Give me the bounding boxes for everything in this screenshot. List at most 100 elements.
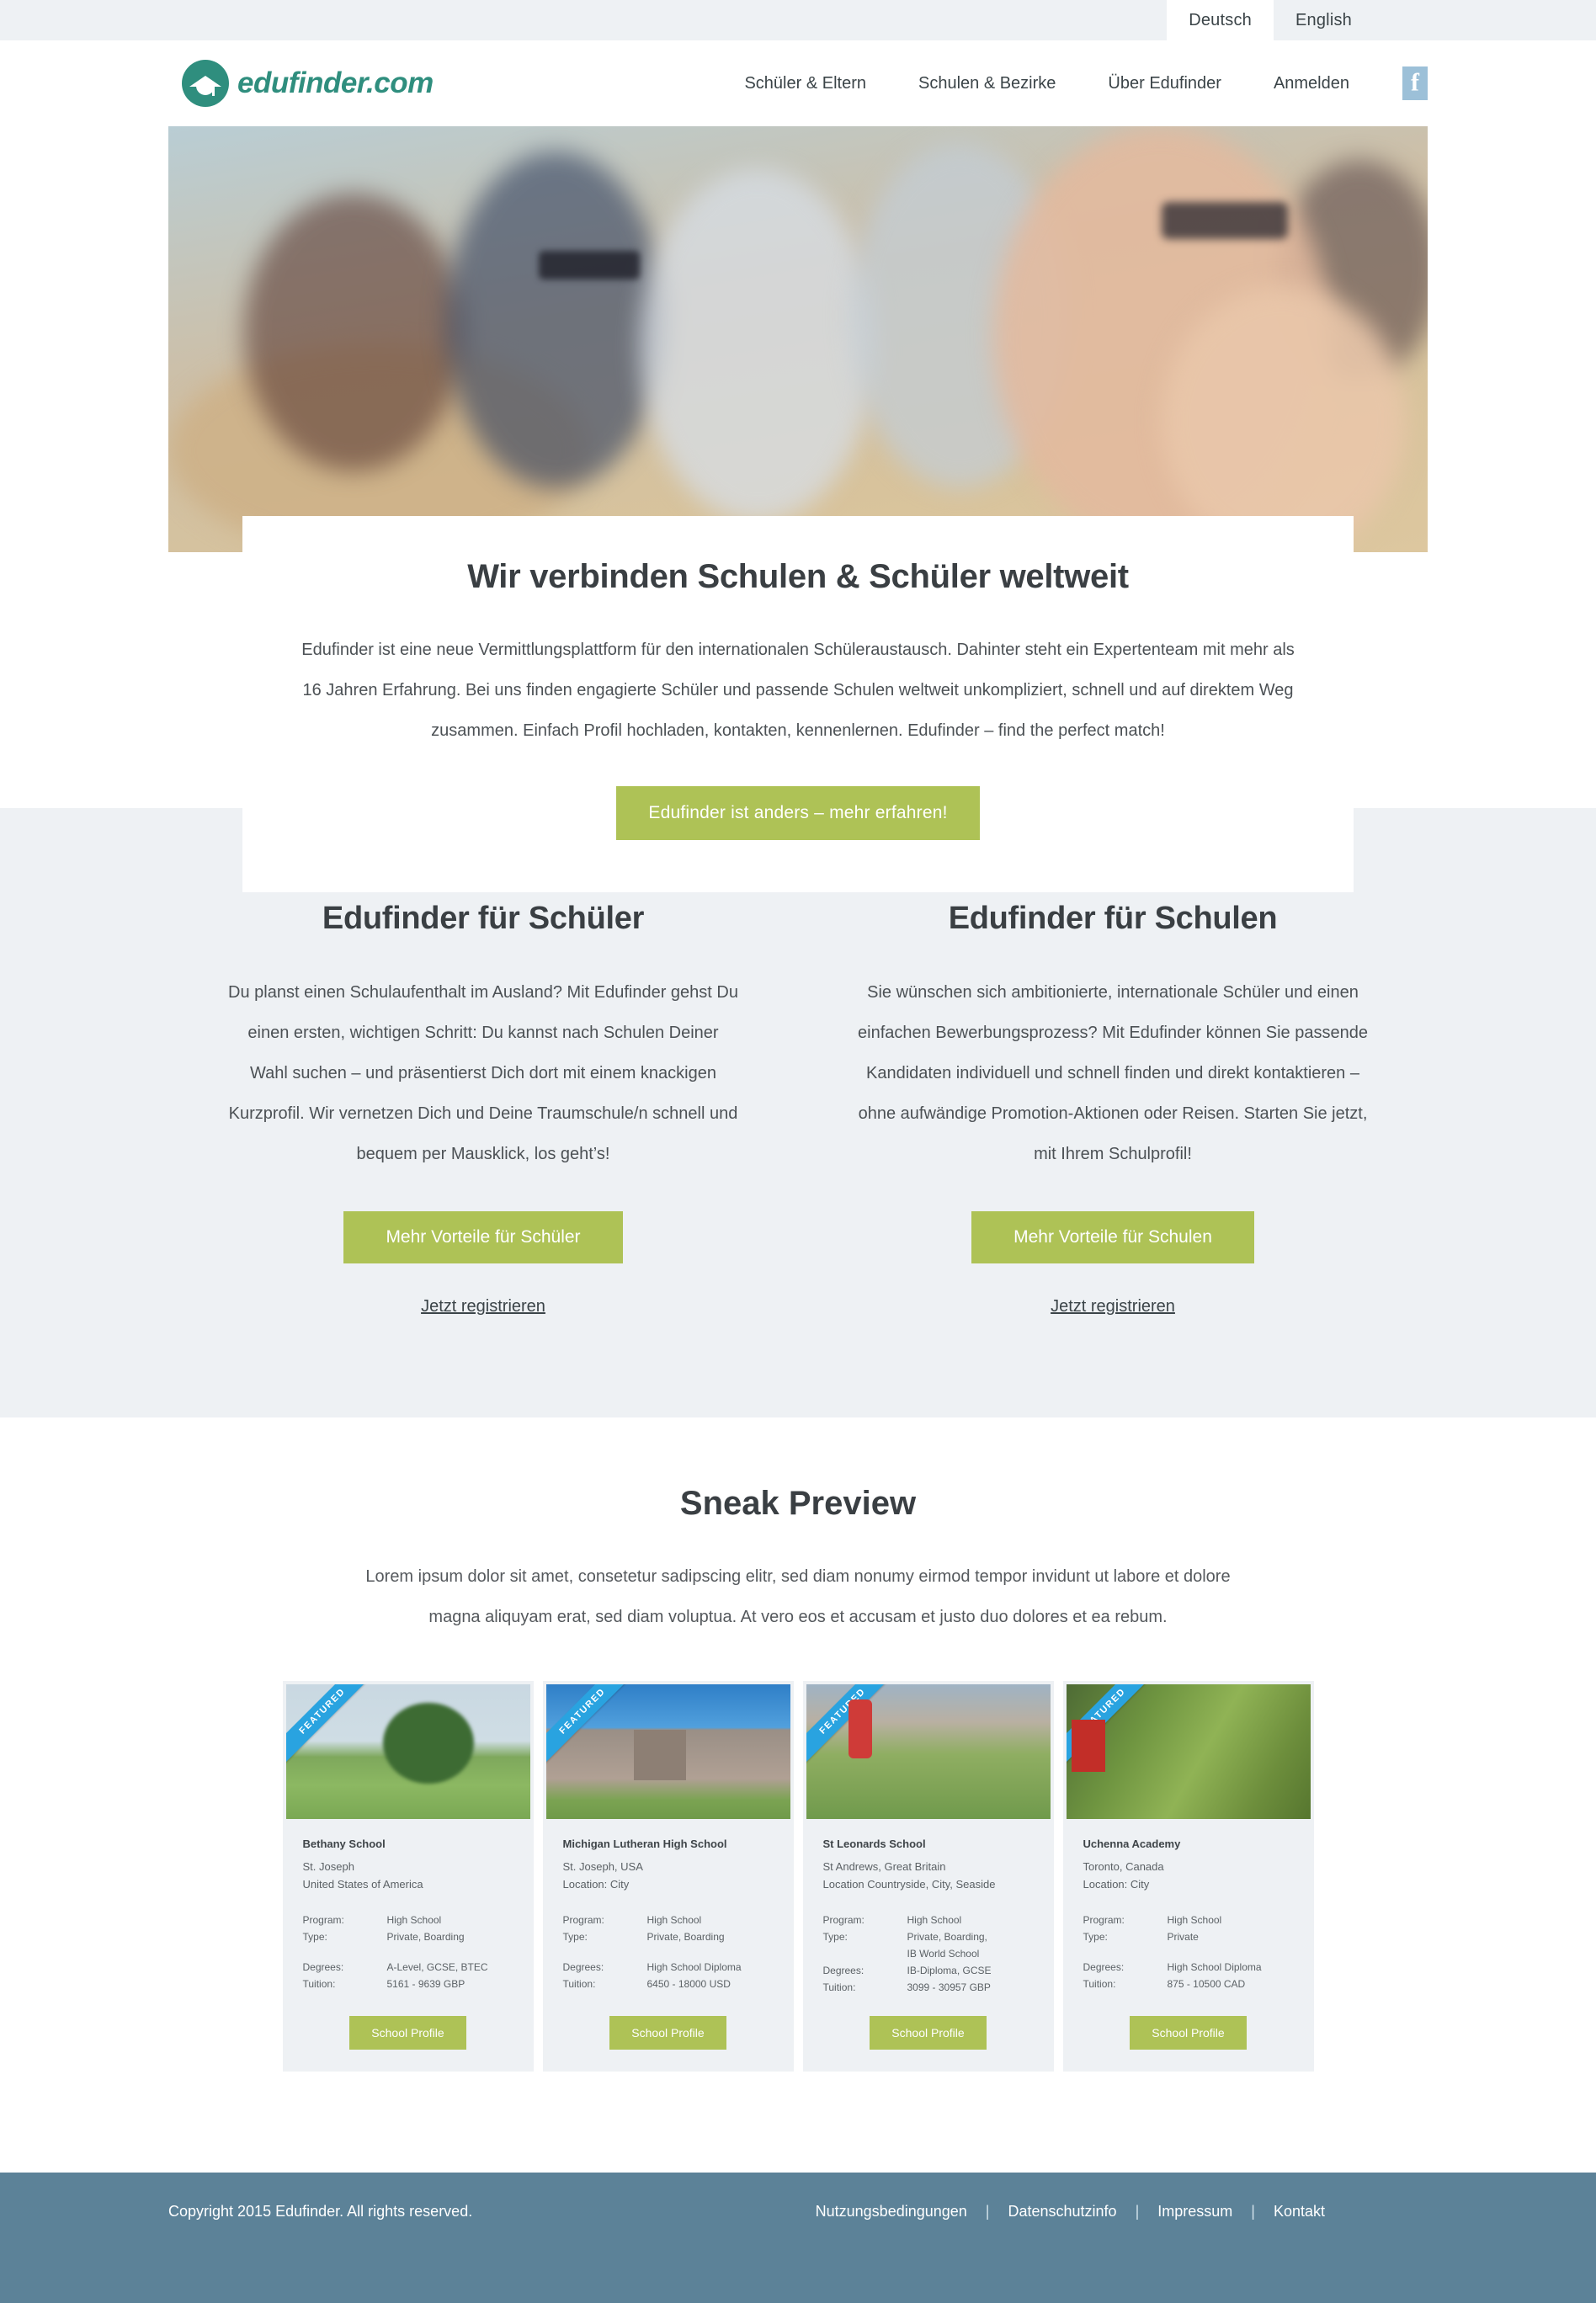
language-tab-deutsch[interactable]: Deutsch bbox=[1167, 0, 1274, 40]
school-city: St. Joseph, USA bbox=[562, 1860, 643, 1873]
spec-label-tuition: Tuition: bbox=[302, 1978, 336, 1990]
logo-text: edufinder.com bbox=[237, 66, 434, 99]
spec-label-degrees: Degrees: bbox=[822, 1965, 864, 1976]
spec-label-type: Type: bbox=[302, 1931, 327, 1943]
spec-label-degrees: Degrees: bbox=[1083, 1961, 1125, 1973]
footer-links: Nutzungsbedingungen | Datenschutzinfo | … bbox=[797, 2203, 1428, 2221]
spec-label-program: Program: bbox=[1083, 1914, 1125, 1926]
featured-ribbon: FEATURED bbox=[285, 1684, 380, 1769]
spec-value-tuition: 3099 - 30957 GBP bbox=[907, 1981, 991, 1993]
school-city: Toronto, Canada bbox=[1083, 1860, 1164, 1873]
school-card-image: FEATURED bbox=[285, 1684, 530, 1819]
school-specs: Program: High School Type: Private, Boardi… bbox=[563, 1912, 774, 1992]
column-schools: Edufinder für Schulen Sie wünschen sich … bbox=[798, 901, 1428, 1316]
nav-item-anmelden[interactable]: Anmelden bbox=[1248, 74, 1375, 93]
language-tab-deutsch-label: Deutsch bbox=[1189, 10, 1252, 29]
school-name: Bethany School bbox=[302, 1838, 386, 1850]
graduation-cap-icon bbox=[182, 60, 229, 107]
spec-value-degrees: High School Diploma bbox=[1167, 1961, 1262, 1973]
school-card-cta-wrap: School Profile bbox=[803, 1996, 1054, 2072]
footer-link-nutzungsbedingungen[interactable]: Nutzungsbedingungen bbox=[797, 2203, 986, 2221]
hero-image bbox=[168, 126, 1428, 552]
column-schools-button[interactable]: Mehr Vorteile für Schulen bbox=[971, 1211, 1254, 1263]
language-tab-english-label: English bbox=[1295, 10, 1352, 29]
school-card-cta-wrap: School Profile bbox=[543, 1996, 794, 2072]
logo[interactable]: edufinder.com bbox=[182, 60, 434, 107]
spec-value-degrees: High School Diploma bbox=[646, 1961, 742, 1973]
column-students-register-link[interactable]: Jetzt registrieren bbox=[227, 1297, 739, 1316]
spec-label-type: Type: bbox=[822, 1931, 848, 1943]
site-footer: Copyright 2015 Edufinder. All rights res… bbox=[0, 2173, 1596, 2303]
school-country: Location Countryside, City, Seaside bbox=[822, 1878, 996, 1891]
spec-label-degrees: Degrees: bbox=[302, 1961, 344, 1973]
nav-item-schueler-eltern[interactable]: Schüler & Eltern bbox=[718, 74, 892, 93]
spec-value-type: Private, Boarding bbox=[646, 1931, 725, 1943]
hero-paragraph: Edufinder ist eine neue Vermittlungsplat… bbox=[301, 641, 1295, 740]
hero-title: Wir verbinden Schulen & Schüler weltweit bbox=[467, 558, 1129, 595]
hero-section: Wir verbinden Schulen & Schüler weltweit… bbox=[0, 126, 1596, 892]
nav-item-schulen-bezirke[interactable]: Schulen & Bezirke bbox=[892, 74, 1082, 93]
spec-label-tuition: Tuition: bbox=[822, 1981, 856, 1993]
spec-value-type: Private, Boarding bbox=[386, 1931, 465, 1943]
site-header: edufinder.com Schüler & Eltern Schulen &… bbox=[0, 40, 1596, 126]
school-card-body: Uchenna Academy Toronto, Canada Location… bbox=[1063, 1819, 1314, 1992]
hero-cta-button[interactable]: Edufinder ist anders – mehr erfahren! bbox=[616, 786, 980, 840]
spec-value-program: High School bbox=[1167, 1914, 1222, 1926]
school-profile-button[interactable]: School Profile bbox=[349, 2016, 466, 2050]
column-students-button[interactable]: Mehr Vorteile für Schüler bbox=[343, 1211, 623, 1263]
school-card-list: FEATURED Bethany School St. Joseph Unite… bbox=[168, 1681, 1428, 2072]
spec-label-tuition: Tuition: bbox=[1083, 1978, 1116, 1990]
school-city: St Andrews, Great Britain bbox=[822, 1860, 946, 1873]
school-name: Michigan Lutheran High School bbox=[562, 1838, 727, 1850]
spec-value-program: High School bbox=[646, 1914, 702, 1926]
sneak-preview-subtitle: Lorem ipsum dolor sit amet, consetetur s… bbox=[365, 1567, 1231, 1626]
school-card-body: Michigan Lutheran High School St. Joseph… bbox=[543, 1819, 794, 1992]
column-schools-title: Edufinder für Schulen bbox=[948, 901, 1278, 936]
spec-value-program: High School bbox=[907, 1914, 962, 1926]
school-card-cta-wrap: School Profile bbox=[283, 1996, 534, 2072]
school-card-image: FEATURED bbox=[545, 1684, 790, 1819]
school-card[interactable]: FEATURED St Leonards School St Andrews, … bbox=[802, 1681, 1054, 2072]
column-students-paragraph: Du planst einen Schulaufenthalt im Ausla… bbox=[228, 983, 738, 1163]
audience-sections: Edufinder für Schüler Du planst einen Sc… bbox=[0, 808, 1596, 1417]
footer-link-kontakt[interactable]: Kontakt bbox=[1255, 2203, 1343, 2221]
main-nav: Schüler & Eltern Schulen & Bezirke Über … bbox=[718, 66, 1428, 100]
spec-label-program: Program: bbox=[562, 1914, 604, 1926]
column-schools-register-link[interactable]: Jetzt registrieren bbox=[857, 1297, 1369, 1316]
school-card-cta-wrap: School Profile bbox=[1063, 1996, 1314, 2072]
column-schools-paragraph: Sie wünschen sich ambitionierte, interna… bbox=[858, 983, 1368, 1163]
school-card[interactable]: FEATURED Bethany School St. Joseph Unite… bbox=[282, 1681, 534, 2072]
spec-label-program: Program: bbox=[822, 1914, 864, 1926]
copyright-text: Copyright 2015 Edufinder. All rights res… bbox=[168, 2203, 473, 2220]
spec-label-tuition: Tuition: bbox=[562, 1978, 596, 1990]
spec-value-tuition: 5161 - 9639 GBP bbox=[386, 1978, 466, 1990]
spec-value-tuition: 6450 - 18000 USD bbox=[646, 1978, 731, 1990]
nav-item-ueber-edufinder[interactable]: Über Edufinder bbox=[1082, 74, 1248, 93]
language-tab-english[interactable]: English bbox=[1274, 0, 1374, 40]
spec-value-degrees: IB-Diploma, GCSE bbox=[907, 1965, 992, 1976]
language-bar: Deutsch English bbox=[0, 0, 1596, 40]
school-profile-button[interactable]: School Profile bbox=[1130, 2016, 1247, 2050]
sneak-preview-title: Sneak Preview bbox=[679, 1485, 917, 1522]
school-card-body: Bethany School St. Joseph United States … bbox=[283, 1819, 534, 1992]
school-specs: Program: High School Type: Private, Boardi… bbox=[303, 1912, 513, 1992]
spec-value-tuition: 875 - 10500 CAD bbox=[1167, 1978, 1246, 1990]
school-card[interactable]: FEATURED Michigan Lutheran High School S… bbox=[542, 1681, 794, 2072]
school-name: St Leonards School bbox=[822, 1838, 926, 1850]
school-card[interactable]: FEATURED Uchenna Academy Toronto, Canada… bbox=[1062, 1681, 1314, 2072]
spec-value-type-line2: IB World School bbox=[907, 1948, 980, 1960]
school-specs: Program: High School Type: Private Degrees… bbox=[1083, 1912, 1294, 1992]
school-profile-button[interactable]: School Profile bbox=[609, 2016, 726, 2050]
featured-ribbon: FEATURED bbox=[545, 1684, 641, 1769]
school-country: Location: City bbox=[1083, 1878, 1150, 1891]
footer-link-datenschutzinfo[interactable]: Datenschutzinfo bbox=[989, 2203, 1135, 2221]
footer-link-impressum[interactable]: Impressum bbox=[1139, 2203, 1251, 2221]
school-card-image: FEATURED bbox=[1066, 1684, 1311, 1819]
school-profile-button[interactable]: School Profile bbox=[870, 2016, 987, 2050]
school-specs: Program: High School Type: Private, Boardi… bbox=[823, 1912, 1034, 1996]
facebook-icon[interactable] bbox=[1402, 66, 1428, 100]
school-country: Location: City bbox=[562, 1878, 630, 1891]
school-city: St. Joseph bbox=[302, 1860, 354, 1873]
school-name: Uchenna Academy bbox=[1083, 1838, 1181, 1850]
column-students-title: Edufinder für Schüler bbox=[322, 901, 645, 936]
